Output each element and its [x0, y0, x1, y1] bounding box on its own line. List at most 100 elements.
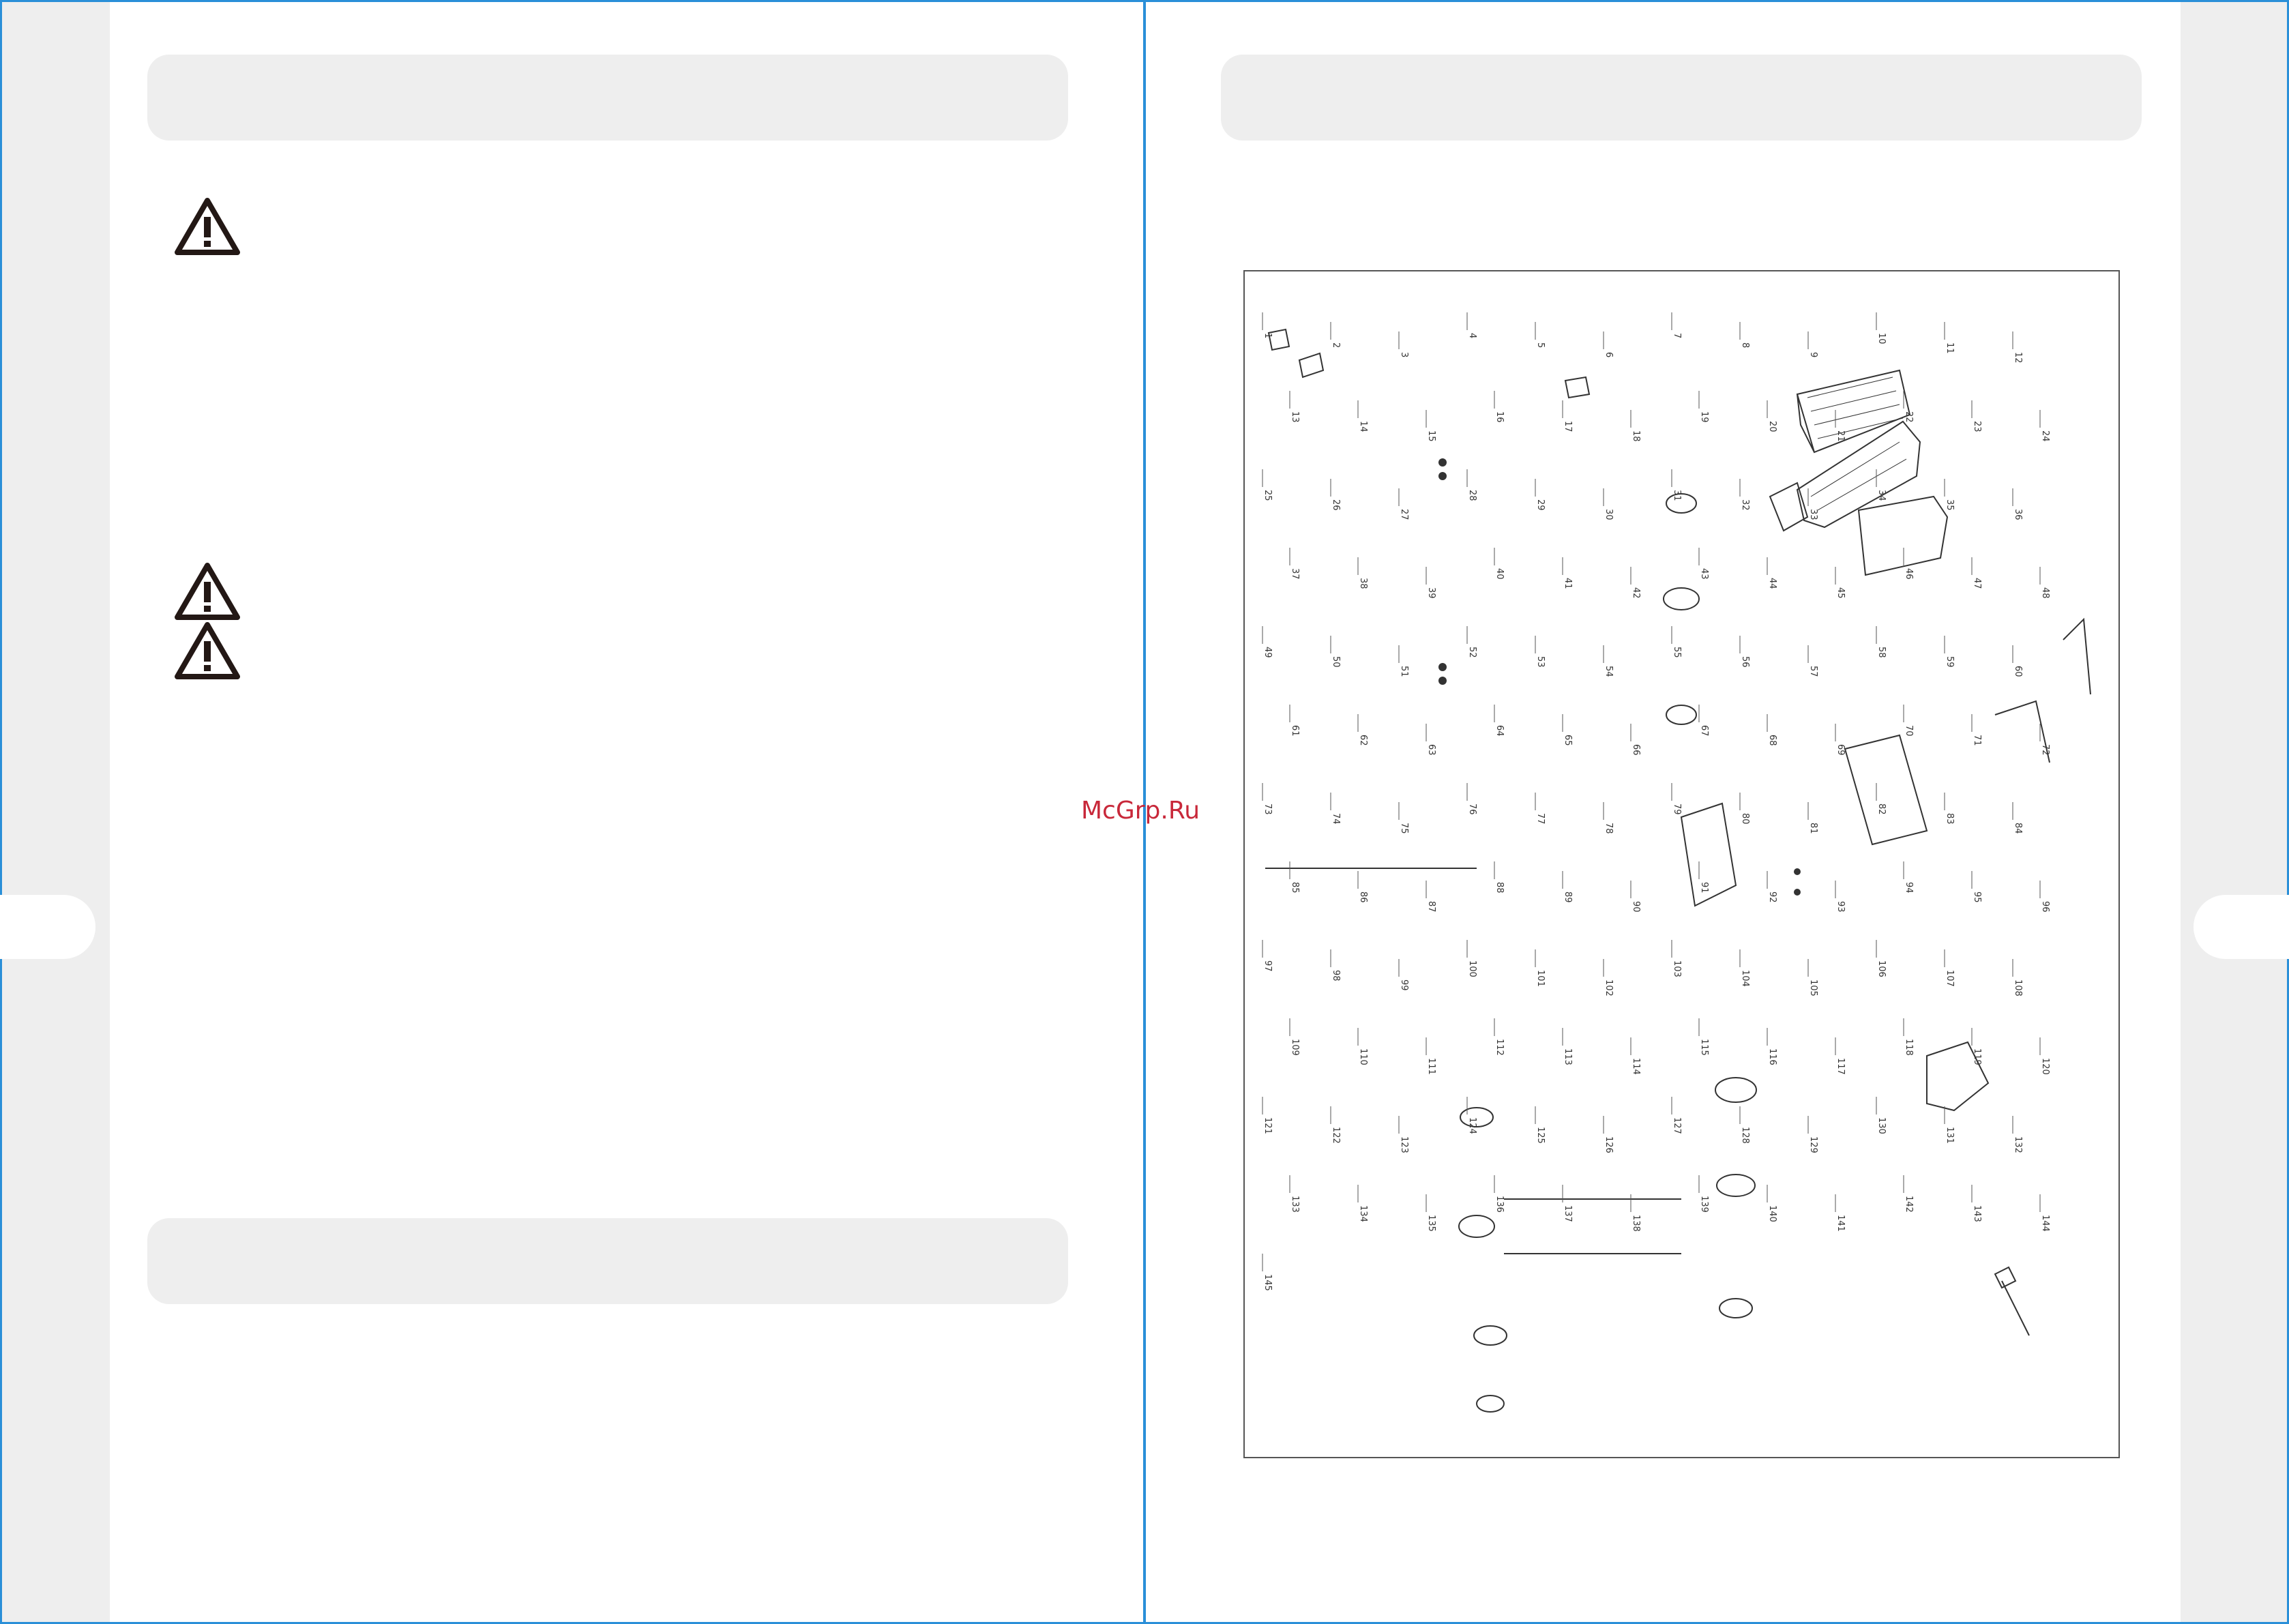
part-number-label: 103 — [1672, 960, 1682, 977]
part-number-label: 102 — [1604, 979, 1614, 996]
part-number-label: 139 — [1699, 1196, 1709, 1213]
right-header-bar — [1221, 55, 2142, 141]
part-number-label: 2 — [1331, 342, 1341, 348]
part-number-label: 110 — [1358, 1048, 1368, 1065]
part-number-label: 18 — [1631, 430, 1641, 442]
part-number-label: 41 — [1563, 578, 1573, 589]
part-number-label: 1 — [1262, 333, 1273, 338]
part-number-label: 90 — [1631, 901, 1641, 913]
part-number-label: 127 — [1672, 1117, 1682, 1134]
part-number-label: 42 — [1631, 587, 1641, 599]
part-number-label: 30 — [1604, 509, 1614, 520]
part-number-label: 12 — [2013, 352, 2023, 364]
part-number-label: 132 — [2013, 1136, 2023, 1153]
part-number-label: 54 — [1604, 666, 1614, 677]
part-number-label: 133 — [1290, 1196, 1300, 1213]
part-number-label: 81 — [1808, 823, 1818, 834]
warning-triangle-icon — [175, 563, 240, 620]
part-number-label: 52 — [1467, 647, 1477, 658]
part-number-label: 27 — [1399, 509, 1409, 520]
part-number-label: 138 — [1631, 1215, 1641, 1232]
warning-triangle-icon — [175, 622, 240, 679]
part-number-label: 111 — [1426, 1058, 1436, 1075]
part-number-label: 40 — [1494, 568, 1505, 580]
part-number-label: 49 — [1262, 647, 1273, 658]
part-number-label: 124 — [1467, 1117, 1477, 1134]
part-number-label: 140 — [1767, 1205, 1777, 1222]
grass-box — [1796, 369, 1911, 454]
part-number-label: 47 — [1972, 578, 1982, 589]
part-number-label: 25 — [1262, 490, 1273, 501]
part-number-label: 129 — [1808, 1136, 1818, 1153]
upper-handle — [1857, 495, 1949, 576]
part-number-label: 92 — [1767, 891, 1777, 903]
part-number-label: 37 — [1290, 568, 1300, 580]
part-number-label: 123 — [1399, 1136, 1409, 1153]
part-number-label: 84 — [2013, 823, 2023, 834]
part-number-label: 56 — [1740, 656, 1750, 668]
part-number-label: 144 — [2040, 1215, 2050, 1232]
part-number-label: 116 — [1767, 1048, 1777, 1065]
part-number-label: 4 — [1467, 333, 1477, 338]
part-number-label: 91 — [1699, 882, 1709, 894]
part-number-label: 74 — [1331, 813, 1341, 825]
part-number-label: 80 — [1740, 813, 1750, 825]
part-number-label: 142 — [1904, 1196, 1914, 1213]
warning-triangle-icon — [175, 198, 240, 255]
part-number-label: 24 — [2040, 430, 2050, 442]
part-number-label: 128 — [1740, 1127, 1750, 1144]
part-number-label: 112 — [1494, 1039, 1505, 1056]
part-number-label: 16 — [1494, 411, 1505, 423]
part-number-label: 33 — [1808, 509, 1818, 520]
watermark: McGrp.Ru — [1081, 797, 1200, 825]
part-number-label: 20 — [1767, 421, 1777, 432]
part-number-label: 108 — [2013, 979, 2023, 996]
part-number-label: 117 — [1835, 1058, 1846, 1075]
part-number-label: 130 — [1876, 1117, 1887, 1134]
part-number-label: 46 — [1904, 568, 1914, 580]
part-number-label: 143 — [1972, 1205, 1982, 1222]
part-number-label: 79 — [1672, 803, 1682, 815]
part-number-label: 121 — [1262, 1117, 1273, 1134]
part-number-label: 17 — [1563, 421, 1573, 432]
side-flap — [1769, 482, 1809, 532]
part-number-label: 3 — [1399, 352, 1409, 357]
part-number-label: 63 — [1426, 744, 1436, 756]
right-margin-band — [2181, 2, 2287, 1622]
part-number-label: 44 — [1767, 578, 1777, 589]
part-number-label: 55 — [1672, 647, 1682, 658]
part-number-label: 109 — [1290, 1039, 1300, 1056]
part-number-label: 13 — [1290, 411, 1300, 423]
part-number-label: 93 — [1835, 901, 1846, 913]
part-number-label: 82 — [1876, 803, 1887, 815]
part-number-label: 85 — [1290, 882, 1300, 894]
part-number-labels: 1234567891011121314151617181920212223242… — [1262, 312, 2050, 1291]
part-number-label: 53 — [1535, 656, 1546, 668]
diagram-drawing: 1234567891011121314151617181920212223242… — [1262, 312, 2091, 1413]
part-number-label: 26 — [1331, 499, 1341, 511]
part-number-label: 119 — [1972, 1048, 1982, 1065]
part-number-label: 69 — [1835, 744, 1846, 756]
part-number-label: 29 — [1535, 499, 1546, 511]
part-number-label: 114 — [1631, 1058, 1641, 1075]
part-number-label: 36 — [2013, 509, 2023, 520]
left-page-tab — [0, 895, 95, 959]
part-number-label: 89 — [1563, 891, 1573, 903]
part-number-label: 97 — [1262, 960, 1273, 972]
part-number-label: 8 — [1740, 342, 1750, 348]
part-number-label: 135 — [1426, 1215, 1436, 1232]
part-number-label: 94 — [1904, 882, 1914, 894]
part-number-label: 59 — [1945, 656, 1955, 668]
part-number-label: 19 — [1699, 411, 1709, 423]
part-number-label: 78 — [1604, 823, 1614, 834]
part-number-label: 23 — [1972, 421, 1982, 432]
part-number-label: 6 — [1604, 352, 1614, 357]
part-number-label: 58 — [1876, 647, 1887, 658]
part-number-label: 61 — [1290, 725, 1300, 737]
part-number-label: 60 — [2013, 666, 2023, 677]
right-page-tab — [2194, 895, 2289, 959]
part-number-label: 65 — [1563, 735, 1573, 746]
part-number-label: 70 — [1904, 725, 1914, 737]
part-number-label: 107 — [1945, 970, 1955, 987]
part-number-label: 68 — [1767, 735, 1777, 746]
